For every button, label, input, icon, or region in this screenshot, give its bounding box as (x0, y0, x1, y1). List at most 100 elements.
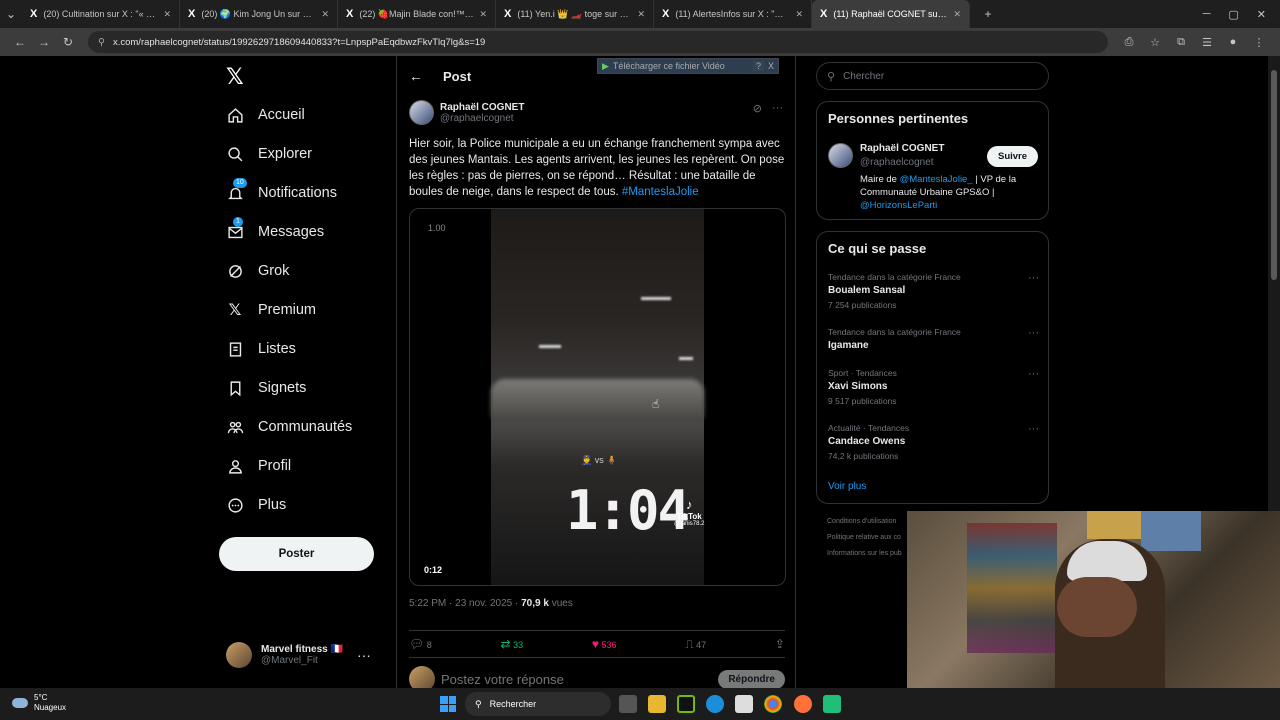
like-action[interactable]: ♥ 536 (592, 637, 617, 651)
hashtag-link[interactable]: #ManteslaJolie (622, 186, 699, 198)
reply-button[interactable]: Répondre (718, 669, 785, 688)
back-icon[interactable]: ← (8, 35, 32, 49)
close-icon[interactable]: ✕ (953, 9, 961, 20)
kebab-menu-icon[interactable]: ⋮ (1246, 36, 1272, 49)
search-icon: ⚲ (475, 698, 482, 709)
browser-tab[interactable]: X (20) Cultination sur X : "« C'est l ✕ (22, 0, 180, 28)
nav-item-notifications[interactable]: 10 Notifications (226, 178, 337, 202)
author-handle[interactable]: @raphaelcognet (440, 113, 524, 124)
site-info-icon[interactable]: ⚲ (98, 37, 105, 48)
trend-item[interactable]: Tendance dans la catégorie France Bouale… (828, 272, 1039, 310)
footer-link[interactable]: Politique relative aux co (827, 534, 901, 541)
more-icon[interactable]: ··· (1028, 272, 1039, 284)
new-tab-button[interactable]: + (976, 7, 1000, 21)
post-text: Hier soir, la Police municipale a eu un … (409, 138, 785, 198)
firefox-icon[interactable] (794, 695, 812, 713)
browser-tab[interactable]: X (20) 🌍 Kim Jong Un sur X : "I ✕ (180, 0, 338, 28)
nvidia-icon[interactable] (677, 695, 695, 713)
more-icon[interactable]: ··· (1028, 368, 1039, 380)
browser-tab-active[interactable]: X(11) Raphaël COGNET sur X : "H✕ (812, 0, 970, 28)
reply-input[interactable]: Postez votre réponse (441, 672, 718, 687)
nav-item-more[interactable]: Plus (226, 496, 286, 514)
close-icon[interactable]: ✕ (637, 9, 645, 20)
nav-item-lists[interactable]: Listes (226, 340, 296, 358)
person-name[interactable]: Raphaël COGNET (860, 143, 944, 154)
avatar[interactable] (828, 143, 853, 168)
windows-start-icon[interactable] (440, 696, 456, 712)
account-switcher[interactable]: Marvel fitness 🇫🇷 @Marvel_Fit ··· (226, 642, 386, 668)
x-logo-icon[interactable]: 𝕏 (226, 64, 244, 90)
menu-list-icon[interactable]: ☰ (1194, 36, 1220, 49)
close-icon[interactable]: ✕ (479, 9, 487, 20)
more-icon[interactable]: ··· (772, 102, 783, 115)
video-player[interactable]: 1.00 👮 vs 🧍 1:04 ♪ TikTok @ anis78.2 ☝ 0… (409, 208, 786, 586)
bio-link[interactable]: @ManteslaJolie_ (900, 174, 973, 185)
author-name[interactable]: Raphaël COGNET (440, 102, 524, 113)
trend-item[interactable]: Sport · Tendances Xavi Simons 9 517 publ… (828, 368, 1039, 406)
reload-icon[interactable]: ↻ (56, 35, 80, 49)
reply-action[interactable]: 💬︎ 8 (409, 637, 432, 651)
more-icon[interactable]: ··· (1028, 327, 1039, 339)
nav-item-explore[interactable]: Explorer (226, 145, 312, 163)
weather-widget[interactable]: 5°C Nuageux (12, 693, 66, 713)
minimize-icon[interactable]: ─ (1203, 8, 1211, 21)
nav-item-profile[interactable]: Profil (226, 457, 291, 475)
post-author[interactable]: Raphaël COGNET @raphaelcognet (409, 100, 524, 125)
post-button[interactable]: Poster (219, 537, 374, 571)
search-input[interactable]: ⚲ Chercher (816, 62, 1049, 90)
person-handle[interactable]: @raphaelcognet (860, 157, 934, 168)
forward-icon[interactable]: → (32, 35, 56, 49)
nav-item-communities[interactable]: Communautés (226, 418, 352, 436)
close-icon[interactable]: ✕ (795, 9, 803, 20)
repost-action[interactable]: ⇄ 33 (501, 637, 524, 651)
bio-link[interactable]: @HorizonsLeParti (860, 200, 937, 211)
chrome-icon[interactable] (764, 695, 782, 713)
tab-list-button[interactable]: ⌄ (0, 7, 22, 21)
url-field[interactable]: ⚲ x.com/raphaelcognet/status/199262971860… (88, 31, 1108, 53)
grok-icon[interactable]: ⊘ (753, 102, 762, 115)
nav-item-premium[interactable]: 𝕏 Premium (226, 301, 316, 319)
close-icon[interactable]: ✕ (321, 9, 329, 20)
app-icon[interactable] (823, 695, 841, 713)
x-icon: 𝕏 (228, 302, 242, 319)
footer-link[interactable]: Conditions d'utilisation (827, 518, 896, 525)
see-more-link[interactable]: Voir plus (828, 481, 866, 492)
nav-item-bookmarks[interactable]: Signets (226, 379, 306, 397)
help-icon[interactable]: ? (752, 61, 764, 71)
footer-link[interactable]: Informations sur les pub (827, 550, 902, 557)
profile-icon[interactable]: ● (1220, 36, 1246, 48)
maximize-icon[interactable]: ▢ (1228, 8, 1238, 21)
back-arrow-icon[interactable]: ← (409, 68, 423, 84)
bookmark-star-icon[interactable]: ☆ (1142, 36, 1168, 49)
close-window-icon[interactable]: ✕ (1257, 8, 1266, 21)
close-icon[interactable]: X (768, 61, 774, 71)
taskbar-search[interactable]: ⚲ Rechercher (465, 692, 611, 716)
author-avatar[interactable] (409, 100, 434, 125)
follow-button[interactable]: Suivre (987, 146, 1039, 167)
more-icon[interactable]: ··· (357, 647, 371, 663)
browser-tab[interactable]: X (11) Yen.i 👑 🏎️ toge sur X : "Vi ✕ (496, 0, 654, 28)
download-video-bar[interactable]: ▶ Télécharger ce fichier Vidéo ? X (597, 58, 779, 74)
bookmark-action[interactable]: ⎍ 47 (685, 637, 706, 652)
nav-item-home[interactable]: Accueil (226, 106, 305, 124)
address-bar: ← → ↻ ⚲ x.com/raphaelcognet/status/199262… (0, 28, 1280, 56)
more-icon[interactable]: ··· (1028, 423, 1039, 435)
browser-tab[interactable]: X (11) AlertesInfos sur X : "🚨 FR ✕ (654, 0, 812, 28)
scrollbar-thumb[interactable] (1271, 70, 1277, 280)
trend-item[interactable]: Tendance dans la catégorie France Igaman… (828, 327, 1039, 351)
nav-item-grok[interactable]: Grok (226, 262, 289, 280)
file-explorer-icon[interactable] (648, 695, 666, 713)
install-icon[interactable]: ⎙ (1116, 36, 1142, 49)
nav-item-messages[interactable]: 1 Messages (226, 217, 324, 241)
cloud-icon (12, 698, 28, 708)
share-icon[interactable]: ⇪ (775, 637, 785, 651)
close-icon[interactable]: ✕ (163, 9, 171, 20)
task-view-icon[interactable] (619, 695, 637, 713)
store-icon[interactable] (735, 695, 753, 713)
x-logo-icon: X (188, 8, 196, 20)
tiktok-watermark: ♪ TikTok @ anis78.2 (674, 497, 705, 527)
extensions-icon[interactable]: ⧉ (1168, 36, 1194, 49)
trend-item[interactable]: Actualité · Tendances Candace Owens 74,2… (828, 423, 1039, 461)
edge-icon[interactable] (706, 695, 724, 713)
browser-tab[interactable]: X(22) 🍓Majin Blade con!™ sur X :✕ (338, 0, 496, 28)
